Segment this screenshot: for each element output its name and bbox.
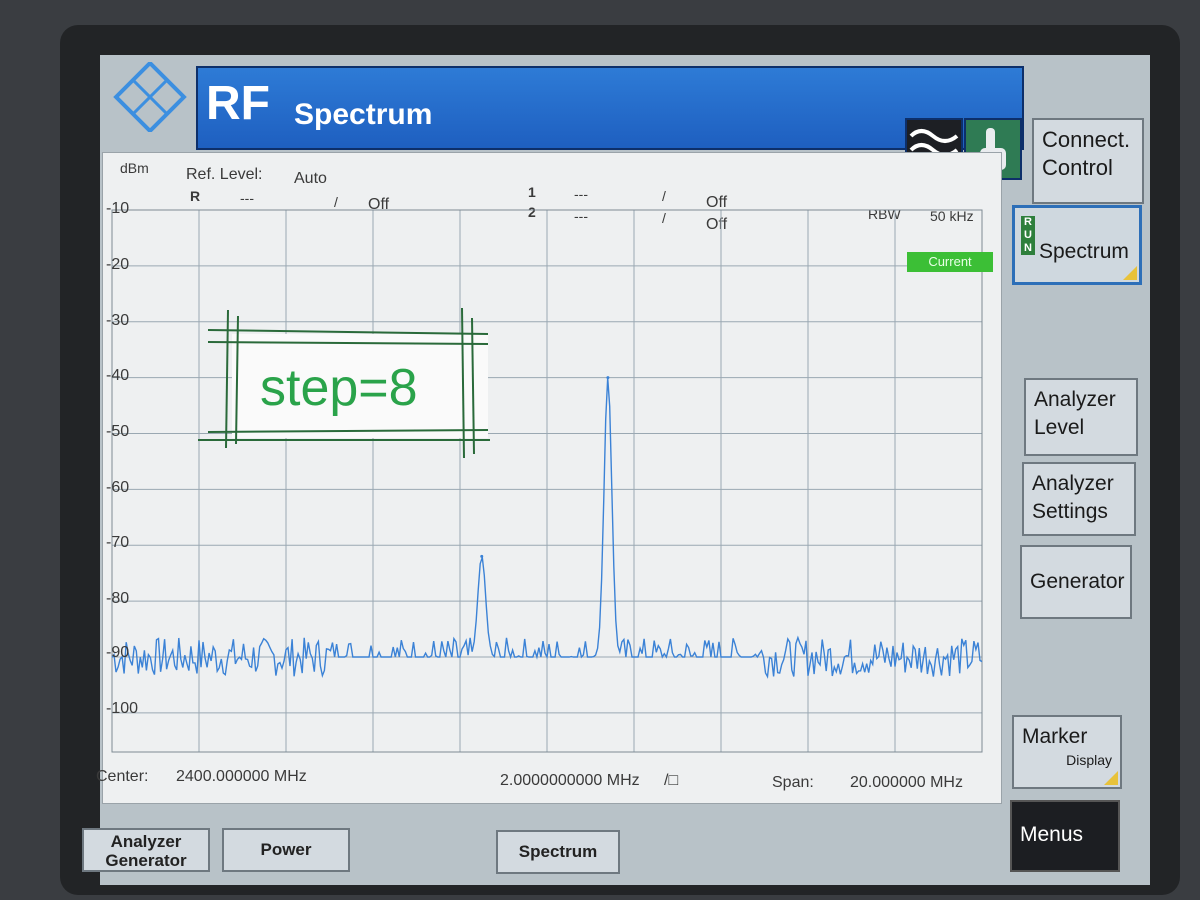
scale-unit: /□ <box>664 772 679 789</box>
rbw-label: RBW <box>868 206 901 222</box>
marker-2-state: Off <box>706 216 728 233</box>
analyzer-generator-tab[interactable]: Analyzer Generator <box>82 828 210 872</box>
connect-control-line2: Control <box>1042 155 1113 180</box>
y-tick-label: -50 <box>106 423 130 440</box>
reference-marker-label: R <box>190 188 201 204</box>
run-letter-n: N <box>1024 242 1032 254</box>
marker-2-dashes: --- <box>574 208 588 224</box>
analyzer-settings-line2: Settings <box>1032 500 1108 523</box>
y-tick-label: -80 <box>106 590 130 607</box>
scale-value: 2.0000000000 MHz <box>500 772 640 789</box>
y-tick-label: -10 <box>106 200 130 217</box>
marker-1-state: Off <box>706 194 728 211</box>
y-tick-label: -100 <box>106 700 139 717</box>
app-title-main: RF <box>206 77 270 130</box>
annotation-text: step=8 <box>260 359 418 417</box>
connect-control-button[interactable]: Connect. Control <box>1032 118 1144 204</box>
analyzer-generator-line1: Analyzer <box>110 832 182 851</box>
y-tick-label: -30 <box>106 312 130 329</box>
reference-marker-slash: / <box>334 194 338 210</box>
reference-marker-dashes: --- <box>240 190 254 206</box>
spectrum-tab-label: Spectrum <box>518 842 598 861</box>
analyzer-settings-line1: Analyzer <box>1032 472 1114 495</box>
menus-button[interactable]: Menus <box>1010 800 1120 872</box>
analyzer-level-button[interactable]: Analyzer Level <box>1024 378 1138 456</box>
spectrum-softkey[interactable]: R U N Spectrum <box>1012 205 1142 285</box>
rohde-schwarz-logo <box>113 62 187 132</box>
marker-1-dashes: --- <box>574 186 588 202</box>
center-value: 2400.000000 MHz <box>176 768 307 785</box>
y-tick-label: -90 <box>106 644 130 661</box>
marker-1-slash: / <box>662 188 666 204</box>
menus-label: Menus <box>1020 823 1084 846</box>
span-label: Span: <box>772 774 814 791</box>
title-bar: RF Spectrum <box>196 66 1024 150</box>
power-tab-label: Power <box>260 840 312 859</box>
rbw-value: 50 kHz <box>930 208 974 224</box>
annotation-box: step=8 <box>198 307 490 459</box>
span-value: 20.000000 MHz <box>850 774 963 791</box>
generator-label: Generator <box>1030 570 1125 593</box>
submenu-indicator-icon <box>1104 771 1118 785</box>
generator-button[interactable]: Generator <box>1020 545 1132 619</box>
spectrum-panel <box>102 152 1002 804</box>
reference-marker-state: Off <box>368 196 390 213</box>
run-letter-r: R <box>1024 216 1032 228</box>
marker-2-label: 2 <box>528 204 536 220</box>
run-letter-u: U <box>1024 229 1032 241</box>
ref-level-label: Ref. Level: <box>186 166 263 183</box>
analyzer-level-line1: Analyzer <box>1034 388 1116 411</box>
marker-1-label: 1 <box>528 184 536 200</box>
ref-level-value: Auto <box>294 170 327 187</box>
y-tick-label: -40 <box>106 367 130 384</box>
run-indicator: R U N <box>1021 216 1035 255</box>
submenu-indicator-icon <box>1123 266 1137 280</box>
marker-display-label: Display <box>1066 752 1112 768</box>
analyzer-generator-line2: Generator <box>105 851 187 870</box>
center-label: Center: <box>96 768 149 785</box>
y-tick-label: -60 <box>106 479 130 496</box>
connect-control-line1: Connect. <box>1042 127 1131 152</box>
marker-label: Marker <box>1022 725 1088 748</box>
current-badge: Current <box>907 252 993 272</box>
y-tick-label: -70 <box>106 534 130 551</box>
analyzer-level-line2: Level <box>1034 416 1085 439</box>
app-title-sub: Spectrum <box>294 98 433 131</box>
spectrum-tab[interactable]: Spectrum <box>496 830 620 874</box>
power-tab[interactable]: Power <box>222 828 350 872</box>
y-tick-label: -20 <box>106 256 130 273</box>
marker-button[interactable]: Marker Display <box>1012 715 1122 789</box>
marker-2-slash: / <box>662 210 666 226</box>
unit-label: dBm <box>120 160 149 176</box>
analyzer-settings-button[interactable]: Analyzer Settings <box>1022 462 1136 536</box>
spectrum-softkey-label: Spectrum <box>1039 240 1129 263</box>
